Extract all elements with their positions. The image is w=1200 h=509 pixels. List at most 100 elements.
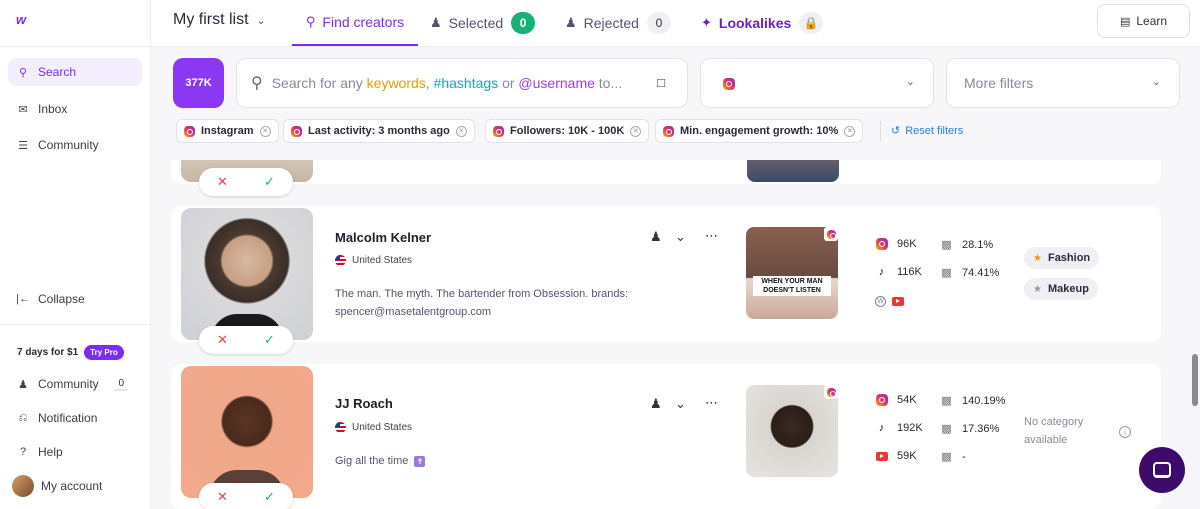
more-options-icon[interactable]: ⋯ [705, 395, 718, 411]
category-badge: ★ Makeup [1024, 278, 1098, 300]
sidebar-item-help[interactable]: ? Help [8, 438, 142, 466]
sidebar-item-label: Search [38, 65, 77, 79]
learn-button[interactable]: ▤ Learn [1097, 4, 1190, 38]
filter-chip-followers[interactable]: Followers: 10K - 100K ✕ [485, 119, 650, 143]
stat-tiktok-engagement: ▩ 17.36% [941, 422, 1000, 436]
scrollbar-thumb[interactable] [1192, 354, 1198, 406]
more-filters-label: More filters [964, 75, 1034, 91]
sidebar-item-notification[interactable]: ⎌ Notification [8, 404, 142, 432]
sidebar-item-search[interactable]: ⚲ Search [8, 58, 142, 86]
accept-icon[interactable]: ✓ [264, 174, 275, 190]
creator-card[interactable]: ✕ ✓ Malcolm Kelner United States The man… [171, 206, 1161, 354]
reels-badge [824, 385, 838, 399]
vote-control: ✕ ✓ [199, 483, 293, 509]
platform-select[interactable]: ⌄ [700, 58, 934, 108]
sidebar-item-label: Community [38, 138, 99, 152]
sidebar-item-label: My account [41, 479, 103, 493]
sidebar-item-inbox[interactable]: ✉ Inbox [8, 95, 142, 123]
creator-card[interactable]: ✕ ✓ JJ Roach United States Gig all the t… [171, 364, 1161, 509]
reject-icon[interactable]: ✕ [217, 489, 228, 505]
collapse-button[interactable]: |← Collapse [8, 285, 142, 313]
bookmark-icon[interactable]: □ [657, 75, 665, 90]
book-icon: ▤ [1119, 15, 1131, 28]
creator-bio: Gig all the time ✝ [335, 452, 426, 470]
lookalike-icon[interactable]: ♟ [650, 396, 662, 412]
instagram-icon [826, 387, 836, 397]
chevron-down-icon[interactable]: ⌄ [675, 229, 686, 245]
reject-icon[interactable]: ✕ [217, 332, 228, 348]
tab-selected[interactable]: ♟ Selected 0 [430, 0, 536, 46]
post-thumbnail[interactable] [747, 160, 839, 182]
topbar: My first list ⌄ ⚲ Find creators ♟ Select… [151, 0, 1200, 47]
reject-icon[interactable]: ✕ [217, 174, 228, 190]
accept-icon[interactable]: ✓ [264, 489, 275, 505]
post-caption: WHEN YOUR MAN DOESN'T LISTEN [753, 276, 831, 296]
creator-name[interactable]: JJ Roach [335, 396, 393, 411]
list-icon: ☰ [18, 139, 28, 152]
post-thumbnail[interactable] [746, 385, 838, 477]
chevron-down-icon[interactable]: ⌄ [675, 396, 686, 412]
reels-badge [824, 227, 838, 241]
try-pro-button[interactable]: Try Pro [84, 345, 124, 360]
post-thumbnail[interactable]: WHEN YOUR MAN DOESN'T LISTEN [746, 227, 838, 319]
bell-icon: ⎌ [18, 411, 28, 424]
tab-label: Selected [448, 15, 504, 31]
lock-icon: 🔒 [799, 12, 824, 34]
chevron-down-icon: ⌄ [905, 76, 915, 88]
filters-panel: 377K ⚲ Search for any keywords, #hashtag… [151, 47, 1200, 160]
creator-country: United States [335, 255, 412, 266]
tiktok-icon: ♪ [878, 422, 885, 434]
stat-instagram: 96K [875, 238, 917, 250]
accept-icon[interactable]: ✓ [264, 332, 275, 348]
stat-youtube: 59K [875, 450, 917, 462]
more-filters-select[interactable]: More filters ⌄ [946, 58, 1180, 108]
creator-name[interactable]: Malcolm Kelner [335, 230, 431, 245]
trophy-icon: ★ [1033, 283, 1042, 295]
vote-control: ✕ ✓ [199, 326, 293, 354]
more-options-icon[interactable]: ⋯ [705, 228, 718, 244]
stat-instagram: 54K [875, 394, 917, 406]
filter-chip-platform[interactable]: Instagram ✕ [176, 119, 279, 143]
sidebar-item-community[interactable]: ☰ Community [8, 131, 142, 159]
info-icon[interactable]: i [1119, 426, 1131, 438]
sidebar-item-label: Inbox [38, 102, 68, 116]
close-icon[interactable]: ✕ [630, 125, 642, 137]
app-logo[interactable]: ᴡ [16, 12, 26, 27]
search-placeholder: Search for any keywords, #hashtags or @u… [271, 75, 623, 91]
tab-lookalikes[interactable]: ✦ Lookalikes 🔒 [701, 0, 824, 46]
tab-rejected[interactable]: ♟ Rejected 0 [565, 0, 671, 46]
sidebar-item-label: Help [38, 445, 63, 459]
reset-label: Reset filters [905, 124, 964, 137]
stat-tiktok: ♪ 192K [875, 422, 923, 434]
trial-banner: 7 days for $1 Try Pro [17, 345, 124, 360]
chip-label: Followers: 10K - 100K [510, 125, 625, 137]
instagram-icon [663, 125, 674, 137]
instagram-icon [493, 125, 504, 137]
reset-filters-button[interactable]: ↺ Reset filters [891, 124, 964, 138]
creator-country: United States [335, 422, 412, 433]
search-input[interactable]: ⚲ Search for any keywords, #hashtags or … [236, 58, 688, 108]
engagement-chart-icon: ▩ [941, 423, 952, 435]
vote-control: ✕ ✓ [199, 168, 293, 196]
tab-label: Find creators [322, 14, 405, 30]
us-flag-icon [335, 255, 346, 266]
stat-youtube-engagement: ▩ - [941, 450, 966, 464]
close-icon[interactable]: ✕ [455, 125, 467, 137]
sidebar-item-my-account[interactable]: My account [8, 472, 142, 500]
instagram-icon [723, 78, 735, 90]
youtube-icon [892, 297, 904, 306]
sidebar-item-label: Community [38, 377, 99, 391]
tab-find-creators[interactable]: ⚲ Find creators [292, 0, 418, 46]
close-icon[interactable]: ✕ [844, 125, 856, 137]
filter-chip-engagement[interactable]: Min. engagement growth: 10% ✕ [655, 119, 864, 143]
no-category-text: No category available [1024, 416, 1084, 446]
chat-icon [1153, 462, 1171, 478]
sidebar-item-community-bottom[interactable]: ♟ Community 0 [8, 370, 142, 398]
lookalike-icon[interactable]: ♟ [650, 229, 662, 245]
filter-chip-last-activity[interactable]: Last activity: 3 months ago ✕ [283, 119, 475, 143]
chip-label: Instagram [201, 125, 254, 137]
close-icon[interactable]: ✕ [259, 125, 271, 137]
chat-support-button[interactable] [1139, 447, 1185, 493]
chip-label: Min. engagement growth: 10% [680, 125, 839, 137]
list-selector[interactable]: My first list ⌄ [173, 11, 266, 29]
